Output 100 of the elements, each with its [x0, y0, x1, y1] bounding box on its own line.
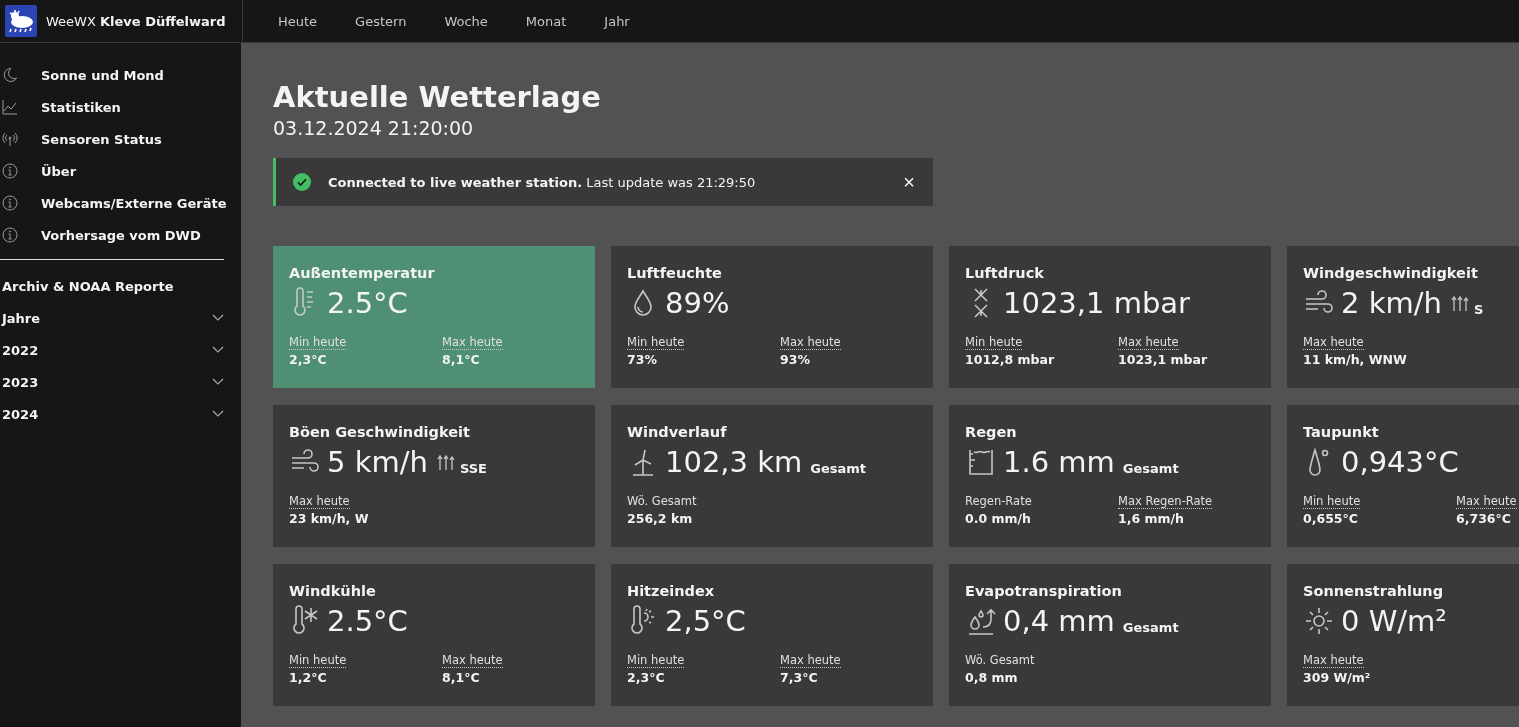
nav-link[interactable]: Woche — [425, 13, 507, 29]
reading-value: 102,3 km — [665, 445, 803, 480]
card-title: Evapotranspiration — [965, 583, 1123, 600]
accordion-item[interactable]: 2022 — [0, 334, 231, 366]
reading-value: 5 km/h — [327, 445, 428, 480]
reading-value: 0,4 mm — [1003, 604, 1115, 639]
stat-value: 1,6 mm/h — [1118, 511, 1184, 527]
stat-value: 2,3°C — [289, 352, 327, 368]
stat-label: Max heute — [442, 653, 503, 669]
stat-value: 11 km/h, WNW — [1303, 352, 1407, 368]
reading-value: 0,943°C — [1341, 445, 1459, 480]
page-title: Aktuelle Wetterlage — [273, 79, 602, 116]
stat-label: Wö. Gesamt — [965, 653, 1035, 669]
info-icon — [2, 195, 18, 211]
sidebar-link[interactable]: Über — [0, 155, 241, 187]
sidebar-link[interactable]: Vorhersage vom DWD — [0, 219, 241, 251]
card-title: Taupunkt — [1303, 424, 1380, 441]
stat-value: 0.0 mm/h — [965, 511, 1031, 527]
stat-label: Min heute — [965, 335, 1023, 351]
close-button[interactable]: × — [899, 172, 919, 193]
chevron-down-icon — [212, 378, 224, 386]
reading-suffix: Gesamt — [1122, 461, 1179, 477]
chevron-down-icon — [212, 410, 224, 418]
stat-value: 8,1°C — [442, 670, 480, 686]
sidebar-link[interactable]: Statistiken — [0, 91, 241, 123]
site-title[interactable]: WeeWX Kleve Düffelward — [46, 13, 226, 29]
nav-link[interactable]: Jahr — [585, 13, 649, 29]
reading-value: 89% — [665, 286, 730, 321]
stat-label: Min heute — [289, 335, 347, 351]
sidebar-link[interactable]: Webcams/Externe Geräte — [0, 187, 241, 219]
chevron-down-icon — [212, 346, 224, 354]
sidebar-link[interactable]: Sonne und Mond — [0, 59, 241, 91]
card-title: Luftfeuchte — [627, 265, 723, 282]
antenna-icon — [2, 131, 18, 147]
card-title: Außentemperatur — [289, 265, 436, 282]
chart-icon — [2, 99, 18, 115]
reading-value: 1023,1 mbar — [1003, 286, 1191, 321]
card-title: Windverlauf — [627, 424, 728, 441]
stat-label: Min heute — [627, 653, 685, 669]
card-title: Luftdruck — [965, 265, 1045, 282]
stat-value: 309 W/m² — [1303, 670, 1371, 686]
stat-label: Min heute — [627, 335, 685, 351]
card-title: Windkühle — [289, 583, 377, 600]
sidebar-link[interactable]: Sensoren Status — [0, 123, 241, 155]
accordion-item[interactable]: Jahre — [0, 302, 231, 334]
info-icon — [2, 163, 18, 179]
reading-value: 0 W/m² — [1341, 604, 1447, 639]
stat-value: 8,1°C — [442, 352, 480, 368]
reading-value: 2.5°C — [327, 286, 408, 321]
stat-label: Max heute — [1303, 335, 1364, 351]
stat-value: 1012,8 mbar — [965, 352, 1055, 368]
wind-direction: SSE — [459, 461, 487, 477]
card-title: Hitzeindex — [627, 583, 716, 600]
stat-value: 7,3°C — [780, 670, 818, 686]
stat-value: 1,2°C — [289, 670, 327, 686]
logo-icon — [5, 5, 37, 37]
reading-value: 2,5°C — [665, 604, 746, 639]
stat-label: Regen-Rate — [965, 494, 1032, 510]
stat-value: 0,655°C — [1303, 511, 1358, 527]
stat-label: Max heute — [442, 335, 503, 351]
reading-value: 2 km/h — [1341, 286, 1442, 321]
stat-label: Max heute — [289, 494, 350, 510]
accordion-item[interactable]: 2024 — [0, 398, 231, 430]
section-heading: Archiv & NOAA Reporte — [1, 278, 175, 296]
stat-value: 2,3°C — [627, 670, 665, 686]
stat-label: Wö. Gesamt — [627, 494, 697, 510]
card-title: Regen — [965, 424, 1018, 441]
stat-label: Max heute — [780, 335, 841, 351]
stat-label: Min heute — [289, 653, 347, 669]
chevron-down-icon — [212, 314, 224, 322]
stat-label: Min heute — [1303, 494, 1361, 510]
moon-icon — [2, 67, 18, 83]
nav-link[interactable]: Gestern — [336, 13, 426, 29]
stat-value: 1023,1 mbar — [1118, 352, 1208, 368]
card-title: Sonnenstrahlung — [1303, 583, 1445, 600]
nav-link[interactable]: Heute — [259, 13, 337, 29]
reading-value: 2.5°C — [327, 604, 408, 639]
stat-value: 23 km/h, W — [289, 511, 369, 527]
reading-suffix: Gesamt — [810, 461, 867, 477]
info-icon — [2, 227, 18, 243]
stat-value: 0,8 mm — [965, 670, 1018, 686]
reading-value: 1.6 mm — [1003, 445, 1115, 480]
check-circle-icon — [293, 173, 311, 192]
notification-message: Connected to live weather station. Last update was 21:29:50 — [328, 174, 757, 190]
stat-label: Max Regen-Rate — [1118, 494, 1213, 510]
stat-label: Max heute — [1118, 335, 1179, 351]
card-title: Windgeschwindigkeit — [1303, 265, 1479, 282]
stat-label: Max heute — [780, 653, 841, 669]
stat-label: Max heute — [1303, 653, 1364, 669]
reading-suffix: Gesamt — [1122, 620, 1179, 636]
accordion-item[interactable]: 2023 — [0, 366, 231, 398]
card-title: Böen Geschwindigkeit — [289, 424, 471, 441]
stat-value: 73% — [627, 352, 657, 368]
stat-label: Max heute — [1456, 494, 1517, 510]
stat-value: 93% — [780, 352, 810, 368]
date-time: 03.12.2024 21:20:00 — [273, 117, 475, 140]
stat-value: 256,2 km — [627, 511, 693, 527]
stat-value: 6,736°C — [1456, 511, 1511, 527]
nav-link[interactable]: Monat — [506, 13, 586, 29]
wind-direction: S — [1473, 302, 1484, 318]
